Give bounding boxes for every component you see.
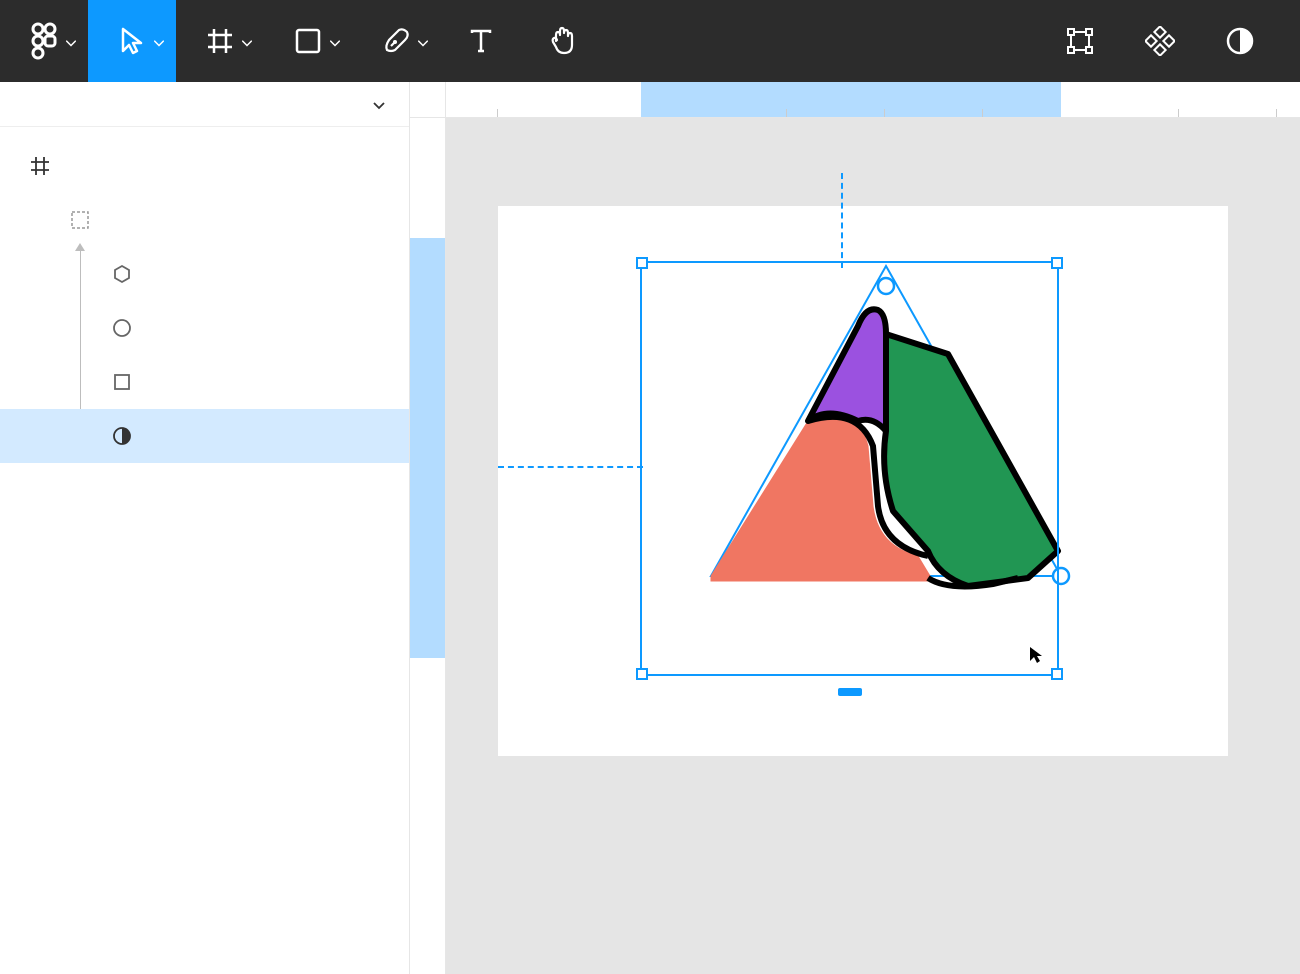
toolbar xyxy=(0,0,1300,82)
resize-handle-br[interactable] xyxy=(1051,668,1063,680)
chevron-down-icon xyxy=(242,32,252,51)
dimension-badge xyxy=(838,688,862,696)
resize-handle-tr[interactable] xyxy=(1051,257,1063,269)
components-icon[interactable] xyxy=(1130,0,1190,82)
layers-panel xyxy=(0,82,410,974)
square-icon xyxy=(108,372,136,392)
frame-icon xyxy=(26,156,54,176)
ruler-horizontal[interactable] xyxy=(446,82,1300,118)
ruler-selection xyxy=(410,238,445,658)
ruler-selection xyxy=(641,82,1061,117)
selection-box[interactable] xyxy=(640,261,1059,676)
move-tool-button[interactable] xyxy=(88,0,176,82)
layer-triangle[interactable] xyxy=(0,409,409,463)
layer-frame[interactable] xyxy=(0,139,409,193)
layer-ellipse[interactable] xyxy=(0,301,409,355)
layer-group[interactable] xyxy=(0,193,409,247)
main-menu-button[interactable] xyxy=(0,0,88,82)
layer-square[interactable] xyxy=(0,355,409,409)
mask-icon xyxy=(108,426,136,446)
ruler-vertical[interactable] xyxy=(410,118,446,974)
canvas[interactable] xyxy=(410,82,1300,974)
group-icon xyxy=(66,210,94,230)
ellipse-icon xyxy=(108,318,136,338)
ruler-corner xyxy=(410,82,446,118)
chevron-down-icon xyxy=(66,32,76,51)
chevron-down-icon xyxy=(154,32,164,51)
shape-tool-button[interactable] xyxy=(264,0,352,82)
layer-hexagon[interactable] xyxy=(0,247,409,301)
mask-icon[interactable] xyxy=(1210,0,1270,82)
constraints-icon[interactable] xyxy=(1050,0,1110,82)
page-selector[interactable] xyxy=(367,102,385,110)
guide-horizontal xyxy=(498,466,643,468)
chevron-down-icon xyxy=(373,102,385,110)
resize-handle-bl[interactable] xyxy=(636,668,648,680)
chevron-down-icon xyxy=(418,32,428,51)
guide-vertical xyxy=(841,173,843,268)
frame-tool-button[interactable] xyxy=(176,0,264,82)
pen-tool-button[interactable] xyxy=(352,0,440,82)
hexagon-icon xyxy=(108,264,136,284)
cursor-icon xyxy=(1028,646,1044,669)
layer-tree xyxy=(0,127,409,463)
chevron-down-icon xyxy=(330,32,340,51)
hand-tool-button[interactable] xyxy=(522,0,604,82)
text-tool-button[interactable] xyxy=(440,0,522,82)
resize-handle-tl[interactable] xyxy=(636,257,648,269)
